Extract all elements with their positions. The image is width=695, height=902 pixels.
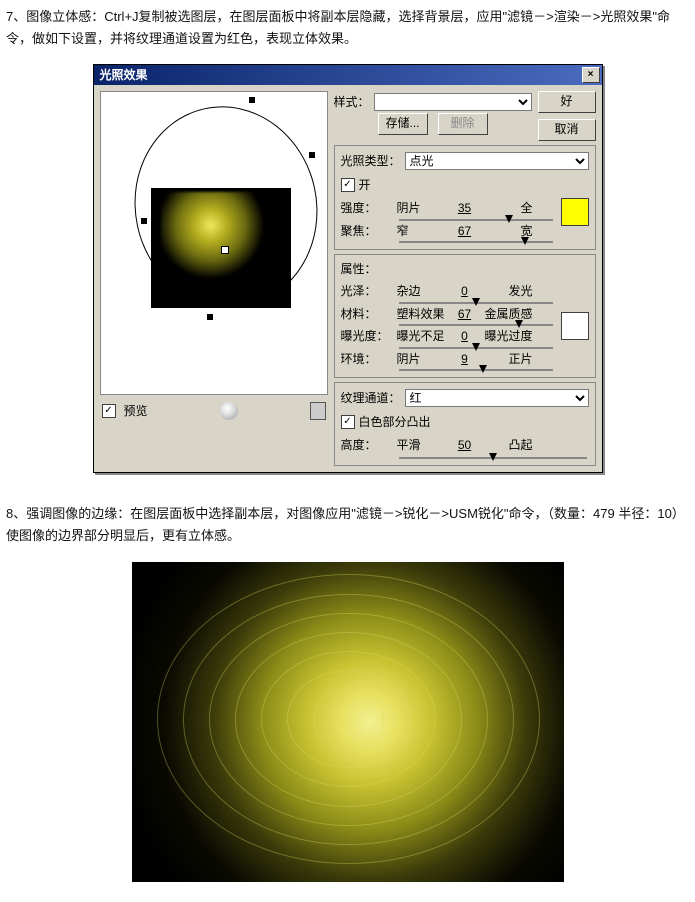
ambience-row[interactable]: 环境： 阴片 9 正片 bbox=[341, 349, 555, 369]
light-color-swatch[interactable] bbox=[561, 198, 589, 226]
gloss-row[interactable]: 光泽： 杂边 0 发光 bbox=[341, 281, 555, 301]
save-button[interactable]: 存储... bbox=[378, 113, 428, 135]
light-type-select[interactable]: 点光 bbox=[405, 152, 589, 170]
white-high-label: 白色部分凸出 bbox=[359, 412, 431, 432]
cancel-button[interactable]: 取消 bbox=[538, 119, 596, 141]
ambient-color-swatch[interactable] bbox=[561, 312, 589, 340]
lightbulb-icon[interactable] bbox=[220, 402, 238, 420]
style-label: 样式： bbox=[334, 92, 370, 112]
dialog-title: 光照效果 bbox=[100, 65, 148, 85]
delete-button: 删除 bbox=[438, 113, 488, 135]
preview-label: 预览 bbox=[124, 401, 148, 421]
preview-canvas[interactable] bbox=[100, 91, 328, 395]
on-checkbox[interactable] bbox=[341, 178, 355, 192]
texture-group: 纹理通道： 红 白色部分凸出 高度： 平滑 50 凸起 bbox=[334, 382, 596, 466]
height-row[interactable]: 高度： 平滑 50 凸起 bbox=[341, 435, 589, 455]
trash-icon[interactable] bbox=[310, 402, 326, 420]
step-8-text: 8、强调图像的边缘：在图层面板中选择副本层，对图像应用"滤镜－>锐化－>USM锐… bbox=[6, 503, 689, 547]
on-label: 开 bbox=[359, 175, 371, 195]
texture-channel-select[interactable]: 红 bbox=[405, 389, 589, 407]
light-type-label: 光照类型： bbox=[341, 151, 401, 171]
properties-group: 属性： 光泽： 杂边 0 发光 材料： bbox=[334, 254, 596, 378]
preview-checkbox[interactable] bbox=[102, 404, 116, 418]
properties-label: 属性： bbox=[341, 259, 589, 279]
close-icon[interactable]: × bbox=[582, 67, 600, 83]
exposure-row[interactable]: 曝光度： 曝光不足 0 曝光过度 bbox=[341, 326, 555, 346]
result-figure bbox=[6, 562, 689, 882]
texture-channel-label: 纹理通道： bbox=[341, 388, 401, 408]
dialog-figure: 光照效果 × 预览 bbox=[6, 64, 689, 473]
white-high-checkbox[interactable] bbox=[341, 415, 355, 429]
result-image bbox=[132, 562, 564, 882]
step-7-text: 7、图像立体感：Ctrl+J复制被选图层，在图层面板中将副本层隐藏，选择背景层，… bbox=[6, 6, 689, 50]
light-type-group: 光照类型： 点光 开 强度： 阴片 bbox=[334, 145, 596, 250]
dialog-titlebar: 光照效果 × bbox=[94, 65, 602, 85]
ok-button[interactable]: 好 bbox=[538, 91, 596, 113]
intensity-row[interactable]: 强度： 阴片 35 全 bbox=[341, 198, 555, 218]
lighting-effects-dialog: 光照效果 × 预览 bbox=[93, 64, 603, 473]
style-select[interactable] bbox=[374, 93, 532, 111]
